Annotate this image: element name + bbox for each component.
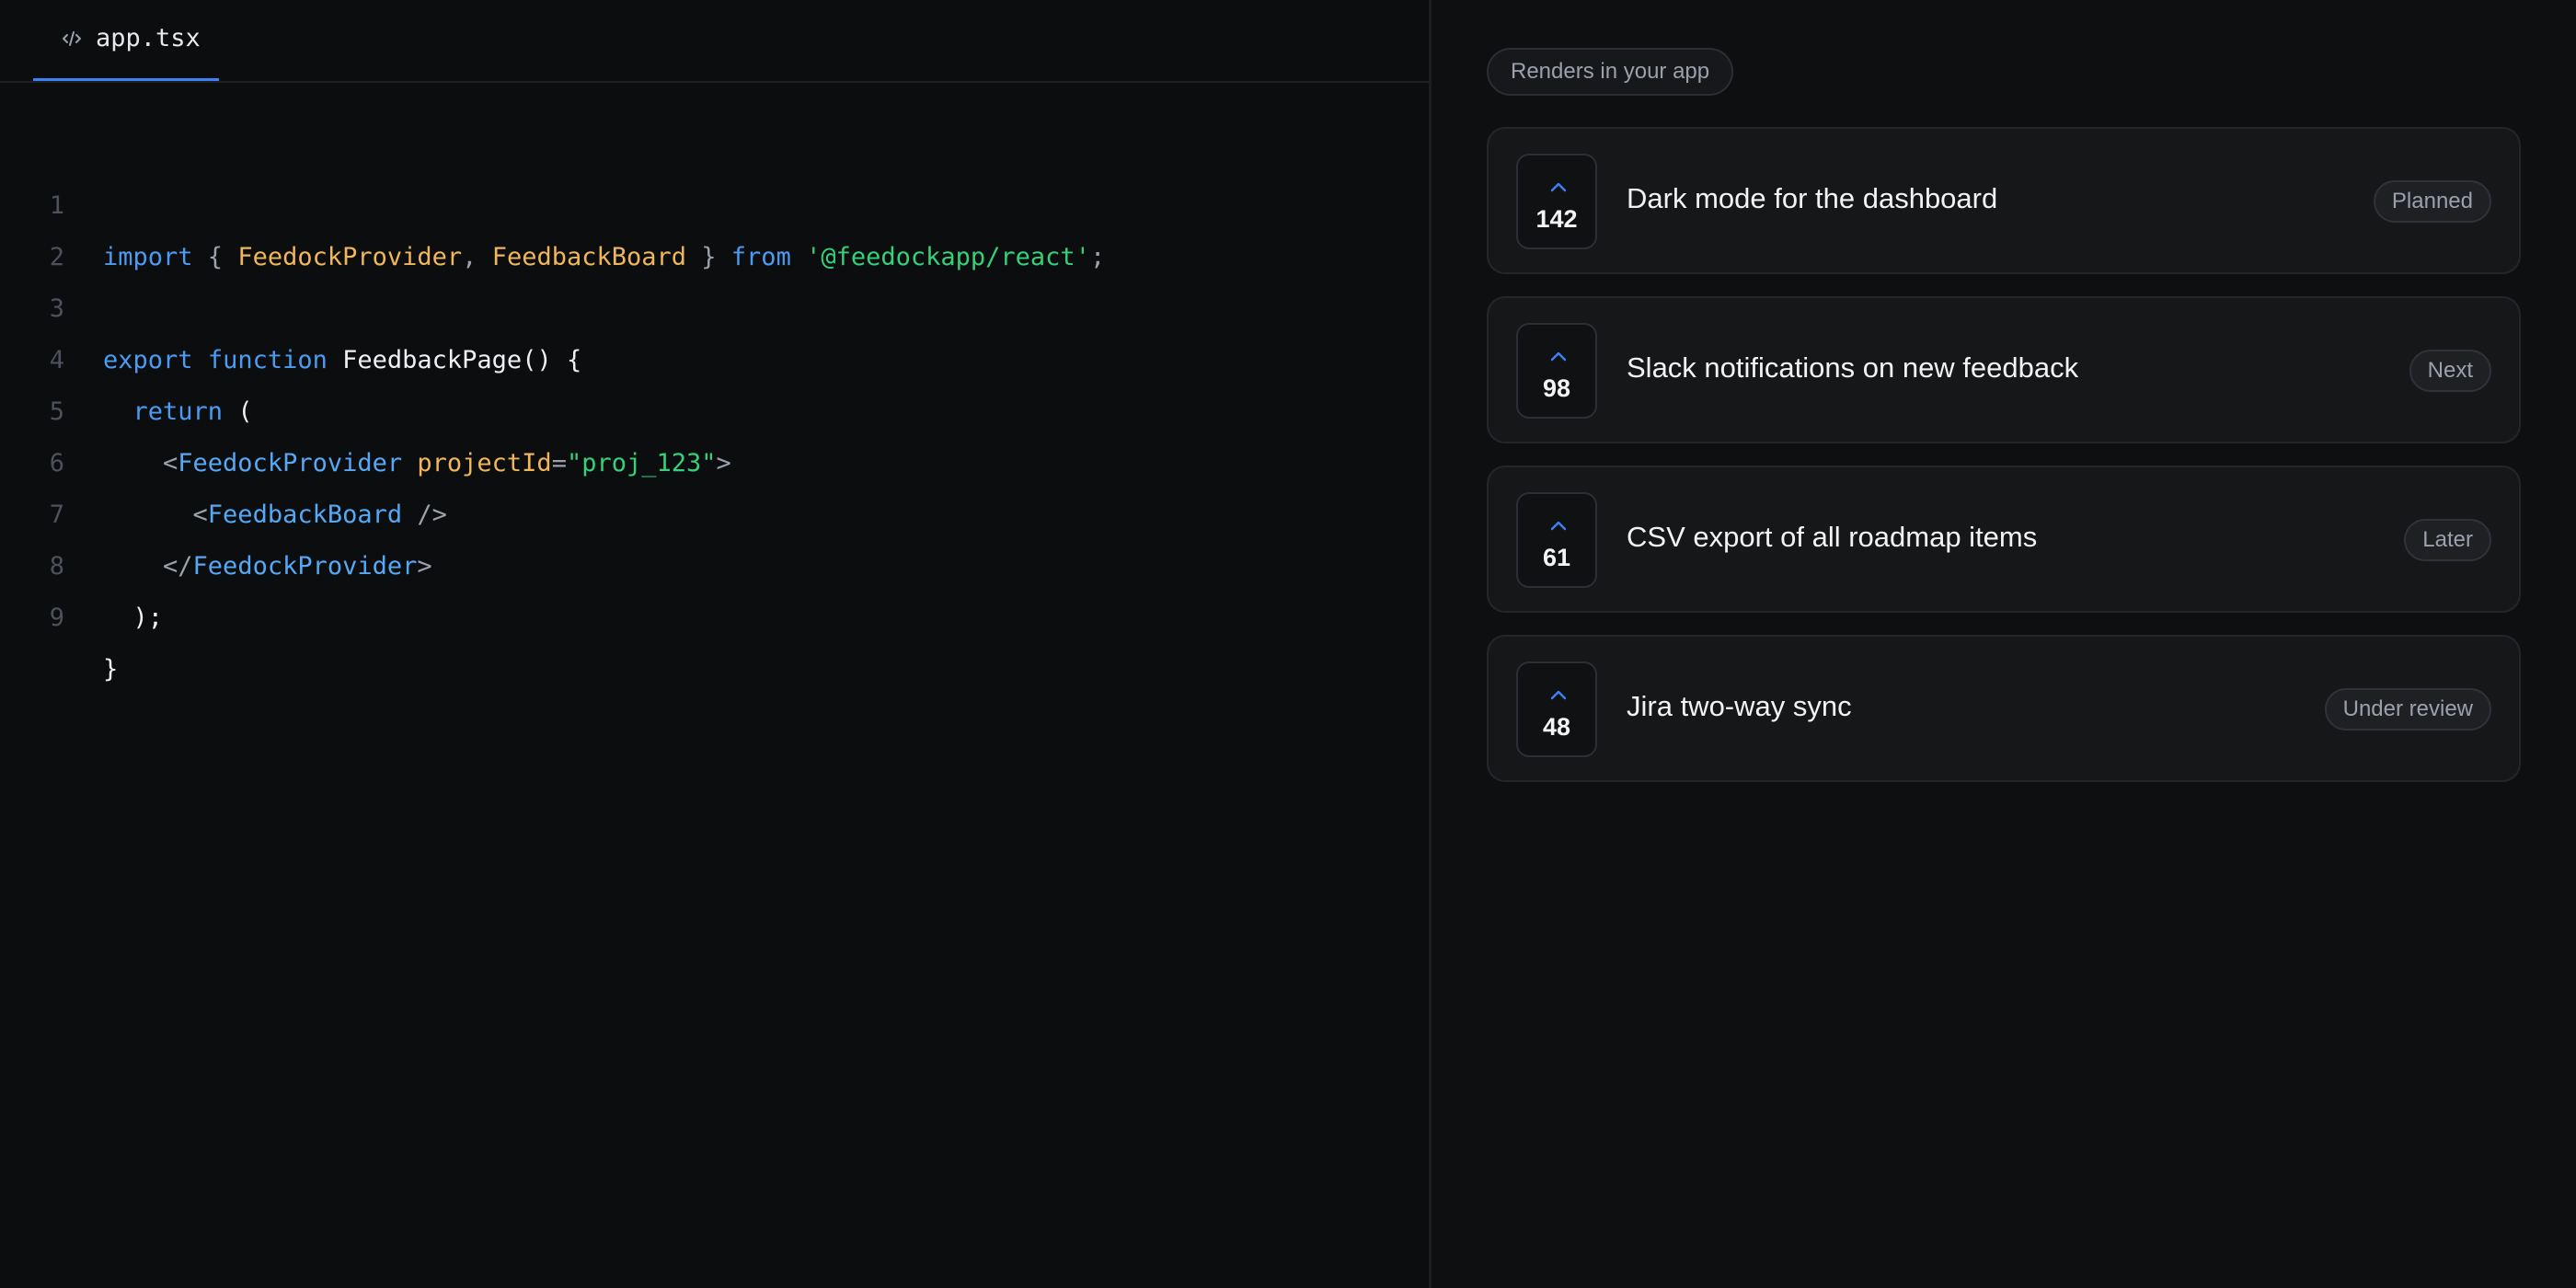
code-line: 4 return ( <box>0 283 1417 426</box>
tab-label: app.tsx <box>96 24 201 52</box>
upvote-button[interactable]: 48 <box>1516 661 1597 757</box>
vote-count: 142 <box>1535 205 1578 233</box>
code-line: 1 import { FeedockProvider, FeedbackBoar… <box>0 129 1417 271</box>
status-badge: Next <box>2409 350 2491 392</box>
feedback-title: Dark mode for the dashboard <box>1627 182 1998 214</box>
status-badge: Planned <box>2373 180 2491 223</box>
code-line: 3 export function FeedbackPage() { <box>0 232 1417 374</box>
feedback-card[interactable]: 48 Jira two-way sync Under review <box>1487 635 2521 782</box>
code-line: 7 </FeedockProvider> <box>0 438 1417 581</box>
feedback-title: CSV export of all roadmap items <box>1627 521 2038 553</box>
line-number: 9 <box>49 604 64 632</box>
upvote-button[interactable]: 142 <box>1516 154 1597 249</box>
renders-badge: Renders in your app <box>1487 48 1734 96</box>
tab-app-tsx[interactable]: app.tsx <box>33 0 219 81</box>
status-badge: Later <box>2404 519 2491 561</box>
tab-bar: app.tsx <box>0 0 1429 83</box>
upvote-button[interactable]: 61 <box>1516 492 1597 588</box>
code-icon <box>63 31 81 46</box>
feedback-title: Slack notifications on new feedback <box>1627 351 2079 384</box>
vote-count: 48 <box>1542 713 1571 741</box>
code-line: 6 <FeedbackBoard /> <box>0 386 1417 529</box>
code-text: } <box>103 644 118 696</box>
code-line: 2 <box>0 180 1417 271</box>
code-text: ); <box>103 592 164 644</box>
chevron-up-icon <box>1550 182 1567 192</box>
chevron-up-icon <box>1550 690 1567 700</box>
status-badge: Under review <box>2324 688 2491 730</box>
code-token: ); <box>103 604 164 632</box>
feedback-card[interactable]: 142 Dark mode for the dashboard Planned <box>1487 127 2521 274</box>
chevron-up-icon <box>1550 351 1567 362</box>
feedback-card[interactable]: 61 CSV export of all roadmap items Later <box>1487 466 2521 613</box>
code-editor: app.tsx 1 import { FeedockProvider, Feed… <box>0 0 1429 1288</box>
code-token: } <box>103 655 119 684</box>
chevron-up-icon <box>1550 521 1567 531</box>
feedback-card[interactable]: 98 Slack notifications on new feedback N… <box>1487 296 2521 443</box>
code-line: 5 <FeedockProvider projectId="proj_123"> <box>0 335 1417 477</box>
code-line: 8 ); <box>0 489 1417 632</box>
vote-count: 98 <box>1542 374 1571 402</box>
preview-panel: Renders in your app 142 Dark mode for th… <box>1432 0 2576 1288</box>
feedback-title: Jira two-way sync <box>1627 690 1852 722</box>
vote-count: 61 <box>1542 544 1571 571</box>
code-line: 9 } <box>0 541 1417 684</box>
upvote-button[interactable]: 98 <box>1516 323 1597 419</box>
